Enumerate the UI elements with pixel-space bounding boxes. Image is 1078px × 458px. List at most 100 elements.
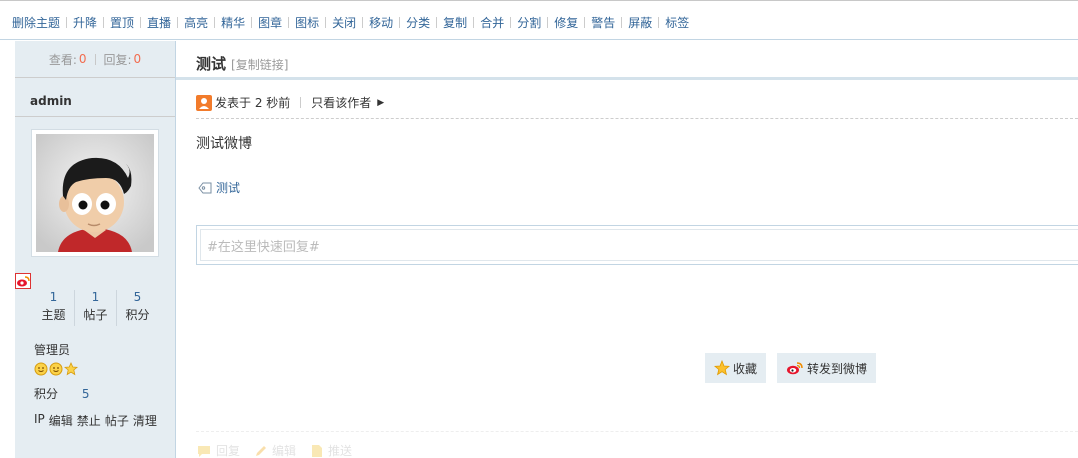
mod-highlight[interactable]: 高亮 — [184, 14, 208, 31]
mod-separator — [325, 16, 327, 28]
top-divider — [0, 0, 1078, 1]
author-divider — [15, 116, 175, 117]
copy-link-button[interactable]: [复制链接] — [231, 56, 288, 73]
mod-category[interactable]: 分类 — [406, 14, 430, 31]
reply-link[interactable]: 回复 — [196, 442, 240, 458]
replies-label: 回复: — [103, 52, 132, 67]
stat-value: 5 — [133, 290, 142, 304]
play-arrow-icon: ▶ — [377, 97, 385, 108]
push-label: 推送 — [328, 444, 353, 458]
share-weibo-button[interactable]: 转发到微博 — [777, 353, 877, 383]
stat-value: 1 — [91, 290, 100, 304]
star-rank-icon — [64, 362, 78, 376]
mod-separator — [66, 16, 68, 28]
title-divider — [176, 77, 1078, 80]
post-main: 测试 [复制链接] 发表于 2 秒前 只看该作者 ▶ 测试微博 测试 #在这里快… — [176, 41, 1078, 458]
mod-separator — [288, 16, 290, 28]
pencil-icon — [256, 445, 267, 456]
post-actions: 收藏 转发到微博 — [705, 353, 877, 383]
footer-divider — [196, 431, 1078, 432]
sun-rank-icon — [34, 362, 48, 376]
user-group[interactable]: 管理员 — [34, 341, 70, 358]
reply-icon — [198, 445, 210, 457]
edit-link[interactable]: 编辑 — [254, 442, 296, 458]
weibo-icon[interactable] — [15, 273, 31, 289]
mod-digest[interactable]: 精华 — [221, 14, 245, 31]
stat-label: 主题 — [41, 308, 66, 322]
quick-reply-input[interactable]: #在这里快速回复# — [200, 229, 1078, 261]
mod-close[interactable]: 关闭 — [332, 14, 356, 31]
admin-posts-link[interactable]: 帖子 — [105, 412, 129, 429]
meta-divider — [196, 118, 1078, 119]
mod-separator — [510, 16, 512, 28]
mod-stick[interactable]: 置顶 — [110, 14, 134, 31]
post-time: 发表于 2 秒前 — [215, 96, 291, 110]
post-tag[interactable]: 测试 — [198, 179, 240, 196]
share-weibo-label: 转发到微博 — [807, 361, 868, 376]
only-author-link[interactable]: 只看该作者 — [311, 94, 371, 111]
stat-threads[interactable]: 1 主题 — [33, 290, 74, 326]
stat-label: 积分 — [125, 308, 150, 322]
mod-ban[interactable]: 屏蔽 — [628, 14, 652, 31]
sun-rank-icon — [49, 362, 63, 376]
post-footer-links: 回复 编辑 推送 — [196, 442, 352, 458]
author-name[interactable]: admin — [30, 94, 72, 108]
mod-icon[interactable]: 图标 — [295, 14, 319, 31]
admin-links: IP 编辑 禁止 帖子 清理 — [34, 412, 157, 429]
stat-value: 1 — [49, 290, 58, 304]
mod-warn[interactable]: 警告 — [591, 14, 615, 31]
mod-separator — [251, 16, 253, 28]
mod-delete-thread[interactable]: 删除主题 — [12, 14, 60, 31]
mod-separator — [473, 16, 475, 28]
document-icon — [312, 444, 323, 457]
views-label: 查看: — [48, 52, 77, 67]
push-link[interactable]: 推送 — [310, 442, 352, 458]
stat-credits[interactable]: 5 积分 — [116, 290, 158, 326]
mod-separator — [658, 16, 660, 28]
thread-stats: 查看: 0 回复: 0 — [15, 41, 175, 78]
moderation-toolbar: 删除主题 升降 置顶 直播 高亮 精华 图章 图标 关闭 移动 分类 复制 合并… — [12, 14, 689, 30]
views-count: 0 — [78, 52, 87, 66]
post-tag-label: 测试 — [216, 181, 241, 195]
mod-merge[interactable]: 合并 — [480, 14, 504, 31]
thread-title: 测试 — [196, 55, 227, 73]
tag-icon — [198, 182, 212, 193]
mod-separator — [140, 16, 142, 28]
admin-ban-link[interactable]: 禁止 — [77, 412, 101, 429]
mod-tag[interactable]: 标签 — [665, 14, 689, 31]
avatar[interactable] — [31, 129, 159, 257]
mod-stamp[interactable]: 图章 — [258, 14, 282, 31]
stat-label: 帖子 — [83, 308, 108, 322]
mod-move[interactable]: 移动 — [369, 14, 393, 31]
credits-label: 积分 — [34, 387, 59, 401]
mod-live[interactable]: 直播 — [147, 14, 171, 31]
stat-posts[interactable]: 1 帖子 — [74, 290, 116, 326]
favorite-button[interactable]: 收藏 — [705, 353, 767, 383]
mod-bump[interactable]: 升降 — [73, 14, 97, 31]
quick-reply-box[interactable]: #在这里快速回复# — [196, 225, 1078, 265]
favorite-label: 收藏 — [733, 361, 758, 376]
toolbar-divider — [0, 39, 1078, 40]
mod-separator — [362, 16, 364, 28]
admin-edit-link[interactable]: 编辑 — [49, 412, 73, 429]
post-content: 测试微博 — [196, 136, 252, 152]
stats-separator — [94, 53, 96, 65]
mod-separator — [214, 16, 216, 28]
edit-label: 编辑 — [272, 444, 297, 458]
mod-split[interactable]: 分割 — [517, 14, 541, 31]
reply-label: 回复 — [216, 444, 241, 458]
mod-separator — [621, 16, 623, 28]
weibo-icon — [787, 362, 803, 375]
thread-title-row: 测试 [复制链接] — [196, 53, 288, 74]
admin-ip-link[interactable]: IP — [34, 412, 45, 429]
rank-icons — [34, 362, 78, 376]
author-counts: 1 主题 1 帖子 5 积分 — [33, 290, 158, 326]
replies-count: 0 — [133, 52, 142, 66]
mod-repair[interactable]: 修复 — [554, 14, 578, 31]
mod-copy[interactable]: 复制 — [443, 14, 467, 31]
mod-separator — [399, 16, 401, 28]
credits-value[interactable]: 5 — [82, 387, 90, 401]
mod-separator — [103, 16, 105, 28]
admin-clean-link[interactable]: 清理 — [133, 412, 157, 429]
post-meta: 发表于 2 秒前 只看该作者 ▶ — [196, 94, 384, 111]
